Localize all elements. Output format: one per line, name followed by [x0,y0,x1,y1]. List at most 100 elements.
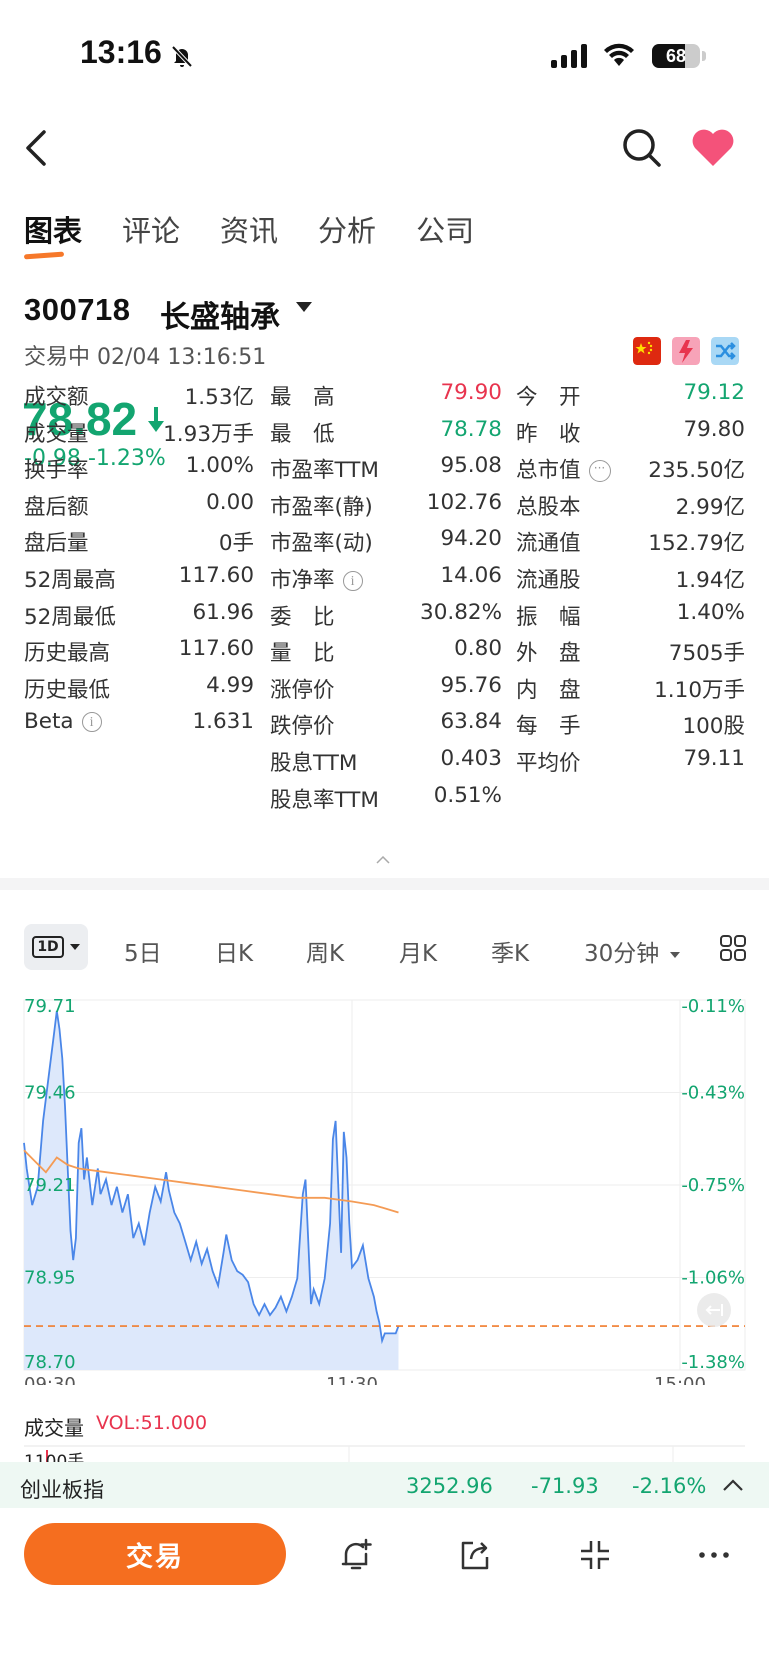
quote-value: 63.84 [440,709,502,735]
quote-label: 外 盘 [516,636,581,667]
quote-label-text: 流通值 [516,531,581,557]
quote-label: 历史最高 [24,636,110,667]
quote-value: 1.53亿 [184,385,254,410]
quote-label: 振 幅 [516,600,581,631]
chevron-up-icon[interactable] [722,1478,744,1492]
quote-value: 235.50亿 [648,458,745,484]
quote-label: 盘后量 [24,526,89,557]
quote-label-text: 总股本 [516,494,581,520]
quote-value: 1.10万手 [654,677,745,703]
quote-label-text: 盘后量 [24,531,89,557]
volume-value: VOL:51.000 [96,1412,208,1434]
quote-label-text: 市盈率(动) [270,531,373,557]
quote-label: 最 高 [270,380,335,411]
quote-value: 14.06 [440,563,502,588]
tab-comments[interactable]: 评论 [122,208,180,250]
quote-label-text: 量 比 [270,641,335,667]
quote-label: 跌停价 [270,709,335,740]
y-axis-label-left: 79.46 [24,1083,76,1104]
quote-label-text: 股息TTM [270,751,358,776]
quote-value: 30.82% [420,599,502,625]
quote-label: 总市值 ··· [516,453,611,484]
quote-label-text: 市盈率TTM [270,458,379,484]
add-alert-icon[interactable] [338,1537,374,1573]
quote-value: 100股 [682,714,745,740]
quote-value: 1.93万手 [163,421,254,447]
search-icon[interactable] [622,128,662,168]
tab-analysis[interactable]: 分析 [318,208,376,250]
quote-value: 61.96 [192,599,254,625]
tab-chart[interactable]: 图表 [24,208,82,250]
quote-label-text: 成交额 [24,385,89,410]
info-icon[interactable]: i [342,571,363,591]
quote-label: 52周最低 [24,600,116,631]
stock-name[interactable]: 长盛轴承 [160,292,280,336]
period-1d-button[interactable]: 1D [24,924,88,970]
quote-label-text: 换手率 [24,458,89,484]
quote-label-text: 流通股 [516,568,581,593]
quote-value: 1.40% [676,599,745,625]
more-icon[interactable] [696,1537,732,1573]
grid-icon[interactable] [720,935,746,961]
quote-value: 94.20 [440,526,502,552]
quote-value: 7505手 [668,641,745,667]
y-axis-label-right: -0.75% [681,1175,745,1196]
period-selector: 1D [24,924,88,970]
quote-label: 昨 收 [516,417,581,448]
heart-icon[interactable] [690,128,736,168]
period-quarterly[interactable]: 季K [491,934,529,968]
quote-label: 市盈率(静) [270,490,373,521]
more-info-icon[interactable]: ··· [588,460,611,483]
index-change: -71.93 [531,1474,599,1498]
quote-value: 1.631 [192,709,254,735]
quote-label: 市净率 i [270,563,363,594]
quote-label: 换手率 [24,453,89,484]
quote-label: Beta i [24,709,102,734]
quote-label-text: 52周最高 [24,568,116,593]
period-monthly[interactable]: 月K [399,934,437,968]
period-daily[interactable]: 日K [215,934,253,968]
stock-switch-dropdown-icon[interactable] [296,302,312,312]
share-icon[interactable] [457,1537,493,1573]
chevron-left-icon[interactable] [22,128,52,168]
status-time: 13:16 [80,34,162,70]
chevron-down-icon [69,944,80,950]
quote-label: 每 手 [516,709,581,740]
tab-news[interactable]: 资讯 [220,208,278,250]
change-percent: -1.23% [87,446,166,471]
chevron-down-icon [669,951,680,958]
period-5d[interactable]: 5日 [124,934,162,968]
tab-company[interactable]: 公司 [416,208,474,250]
period-weekly[interactable]: 周K [306,934,344,968]
trade-status: 交易中 02/04 13:16:51 [24,345,267,370]
quote-label-text: 最 高 [270,385,335,410]
quote-label-text: 振 幅 [516,604,581,630]
quote-label: 市盈率TTM [270,453,379,484]
quote-label: 内 盘 [516,673,581,704]
quote-label-text: 跌停价 [270,714,335,740]
quote-label-text: 最 低 [270,421,335,447]
battery-text: 68 [665,46,687,66]
quote-label-text: 52周最低 [24,604,116,630]
collapse-icon[interactable] [577,1537,613,1573]
stock-code: 300718 [24,292,131,327]
intraday-chart[interactable]: 79.71 79.46 79.21 78.95 78.70 -0.11% -0.43% -0.… [0,985,769,1385]
quote-value: 0.80 [454,636,502,662]
quote-value: 78.78 [440,416,502,442]
quote-label-text: 委 比 [270,604,335,630]
cn-flag-icon [633,337,661,365]
tab-bar: 图表 评论 资讯 分析 公司 [24,208,514,250]
volume-chart [24,1445,745,1462]
quote-label: 今 开 [516,380,581,411]
quote-label: 盘后额 [24,490,89,521]
info-icon[interactable]: i [81,712,102,733]
period-30min[interactable]: 30分钟 [584,934,680,968]
quote-value: 79.12 [683,380,745,405]
wifi-icon [604,43,634,66]
quote-value: 95.76 [440,672,502,698]
quote-label: 委 比 [270,600,335,631]
trade-button[interactable]: 交易 [24,1523,286,1585]
collapse-up-icon[interactable] [376,856,390,864]
period-1d-label: 1D [32,936,64,958]
quote-value: 0.51% [433,782,502,808]
